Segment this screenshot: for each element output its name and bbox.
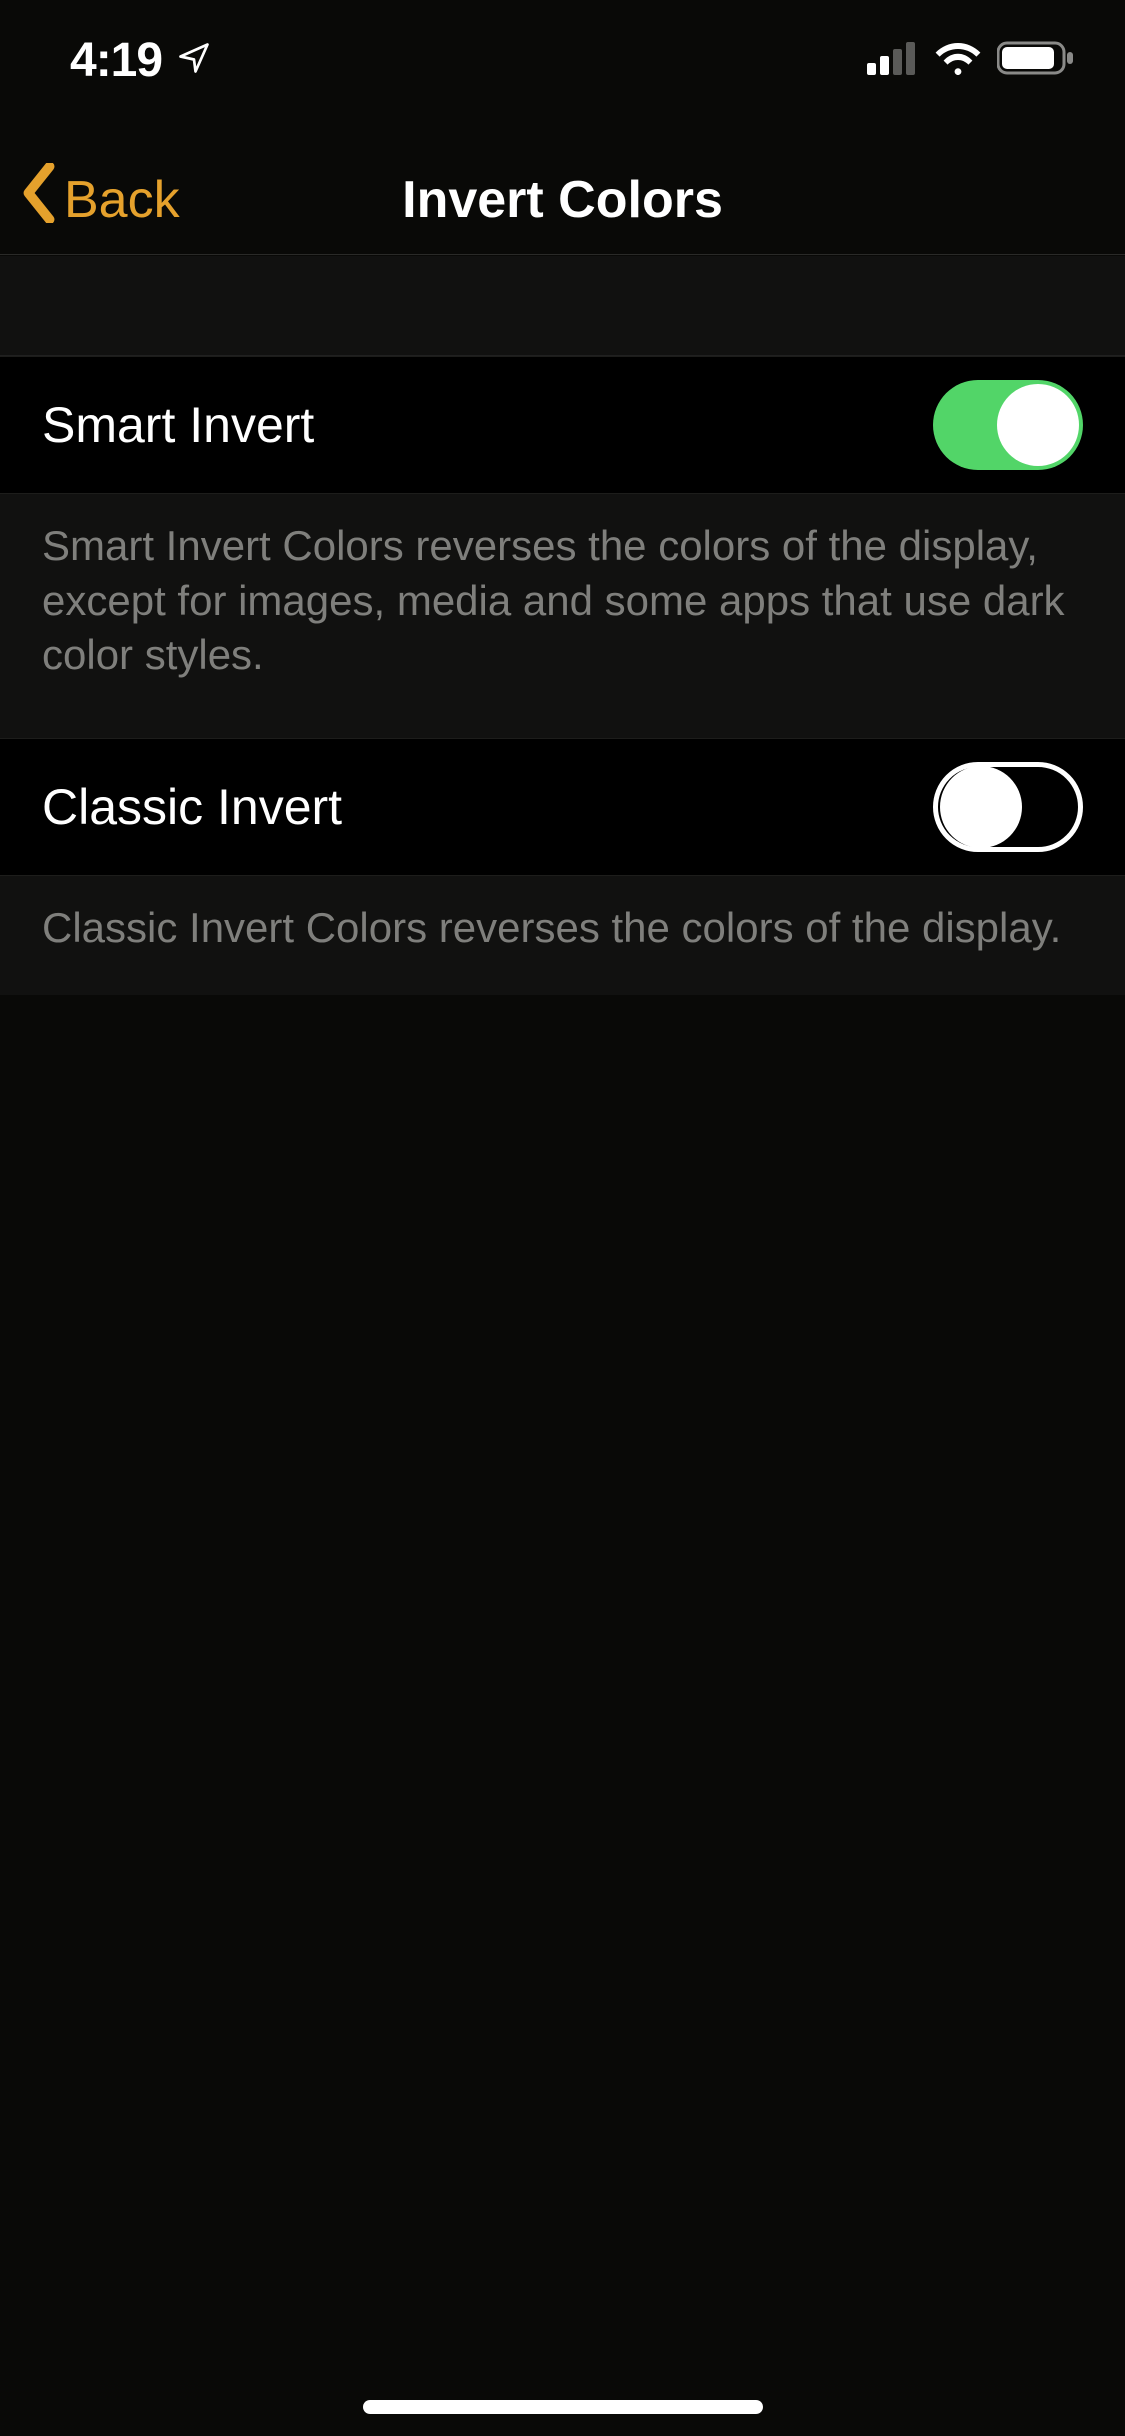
cellular-icon [867,41,919,80]
screen: 4:19 [0,0,1125,2436]
classic-invert-toggle[interactable] [933,762,1083,852]
nav-bar: Back Invert Colors [0,145,1125,255]
classic-invert-footer: Classic Invert Colors reverses the color… [0,876,1125,996]
smart-invert-toggle[interactable] [933,380,1083,470]
row-classic-invert: Classic Invert [0,738,1125,876]
location-icon [176,33,212,88]
switch-knob [940,766,1022,848]
chevron-left-icon [20,163,58,236]
row-smart-invert: Smart Invert [0,356,1125,494]
page-title: Invert Colors [402,170,723,230]
content: Smart Invert Smart Invert Colors reverse… [0,256,1125,995]
smart-invert-footer: Smart Invert Colors reverses the colors … [0,494,1125,738]
switch-knob [997,384,1079,466]
classic-invert-label: Classic Invert [42,778,342,836]
status-icons [867,40,1075,81]
group-spacer [0,256,1125,356]
home-indicator[interactable] [363,2400,763,2414]
battery-icon [997,40,1075,81]
status-bar: 4:19 [0,0,1125,120]
back-label: Back [64,170,180,230]
back-button[interactable]: Back [20,145,180,254]
wifi-icon [933,40,983,81]
status-time: 4:19 [70,33,162,88]
status-time-area: 4:19 [70,33,212,88]
smart-invert-label: Smart Invert [42,396,314,454]
